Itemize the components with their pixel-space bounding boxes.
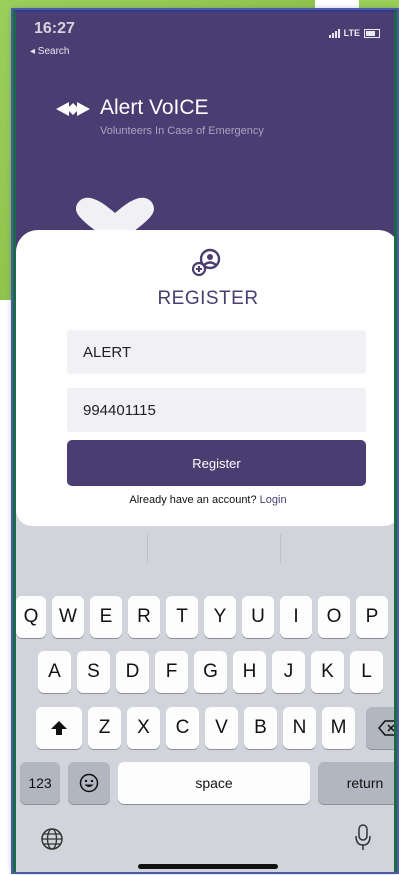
key-w[interactable]: W [52,596,84,638]
key-o[interactable]: O [318,596,350,638]
key-y[interactable]: Y [204,596,236,638]
status-time: 16:27 [34,20,75,37]
key-g[interactable]: G [194,651,227,693]
name-input[interactable] [67,330,366,374]
key-j[interactable]: J [272,651,305,693]
key-a[interactable]: A [38,651,71,693]
login-link[interactable]: Login [260,494,287,506]
globe-icon[interactable] [40,827,64,851]
app-title: Alert VoICE [100,96,209,119]
battery-icon [364,28,380,38]
key-k[interactable]: K [311,651,344,693]
emoji-icon [79,773,99,793]
key-f[interactable]: F [155,651,188,693]
home-indicator[interactable] [138,864,278,869]
numbers-key[interactable]: 123 [20,762,60,804]
space-key[interactable]: space [118,762,310,804]
key-v[interactable]: V [205,707,238,749]
key-x[interactable]: X [127,707,160,749]
key-i[interactable]: I [280,596,312,638]
register-title: REGISTER [157,288,259,309]
account-prompt-text: Already have an account? [129,494,257,506]
register-card: REGISTER Register Already have an accoun… [16,230,394,526]
logo-icon [56,102,90,116]
key-u[interactable]: U [242,596,274,638]
shift-icon [51,721,67,735]
app-subtitle: Volunteers In Case of Emergency [100,125,264,137]
key-d[interactable]: D [116,651,149,693]
backspace-icon [378,720,394,736]
login-prompt: Already have an account? Login [16,494,394,506]
key-e[interactable]: E [90,596,122,638]
signal-icon [328,28,340,38]
key-n[interactable]: N [283,707,316,749]
key-c[interactable]: C [166,707,199,749]
shift-key[interactable] [36,707,82,749]
backspace-key[interactable] [366,707,394,749]
status-indicators: LTE [328,28,380,38]
key-q[interactable]: Q [16,596,46,638]
key-s[interactable]: S [77,651,110,693]
register-button[interactable]: Register [67,440,366,486]
key-h[interactable]: H [233,651,266,693]
key-b[interactable]: B [244,707,277,749]
key-l[interactable]: L [350,651,383,693]
app-header: 16:27 ◂ Search LTE Alert VoICE Volunteer… [16,12,394,262]
phone-number-input[interactable] [67,388,366,432]
key-r[interactable]: R [128,596,160,638]
phone-screen: 16:27 ◂ Search LTE Alert VoICE Volunteer… [13,10,397,872]
key-z[interactable]: Z [88,707,121,749]
register-user-icon [191,248,221,277]
key-m[interactable]: M [322,707,355,749]
suggestion-divider [147,534,148,564]
key-p[interactable]: P [356,596,388,638]
suggestion-divider [280,534,281,564]
return-key[interactable]: return [318,762,394,804]
microphone-icon[interactable] [354,824,372,852]
keyboard-suggestion-bar [16,526,394,574]
back-to-search-link[interactable]: ◂ Search [30,46,69,57]
emoji-key[interactable] [68,762,110,804]
network-type: LTE [343,28,360,38]
key-t[interactable]: T [166,596,198,638]
